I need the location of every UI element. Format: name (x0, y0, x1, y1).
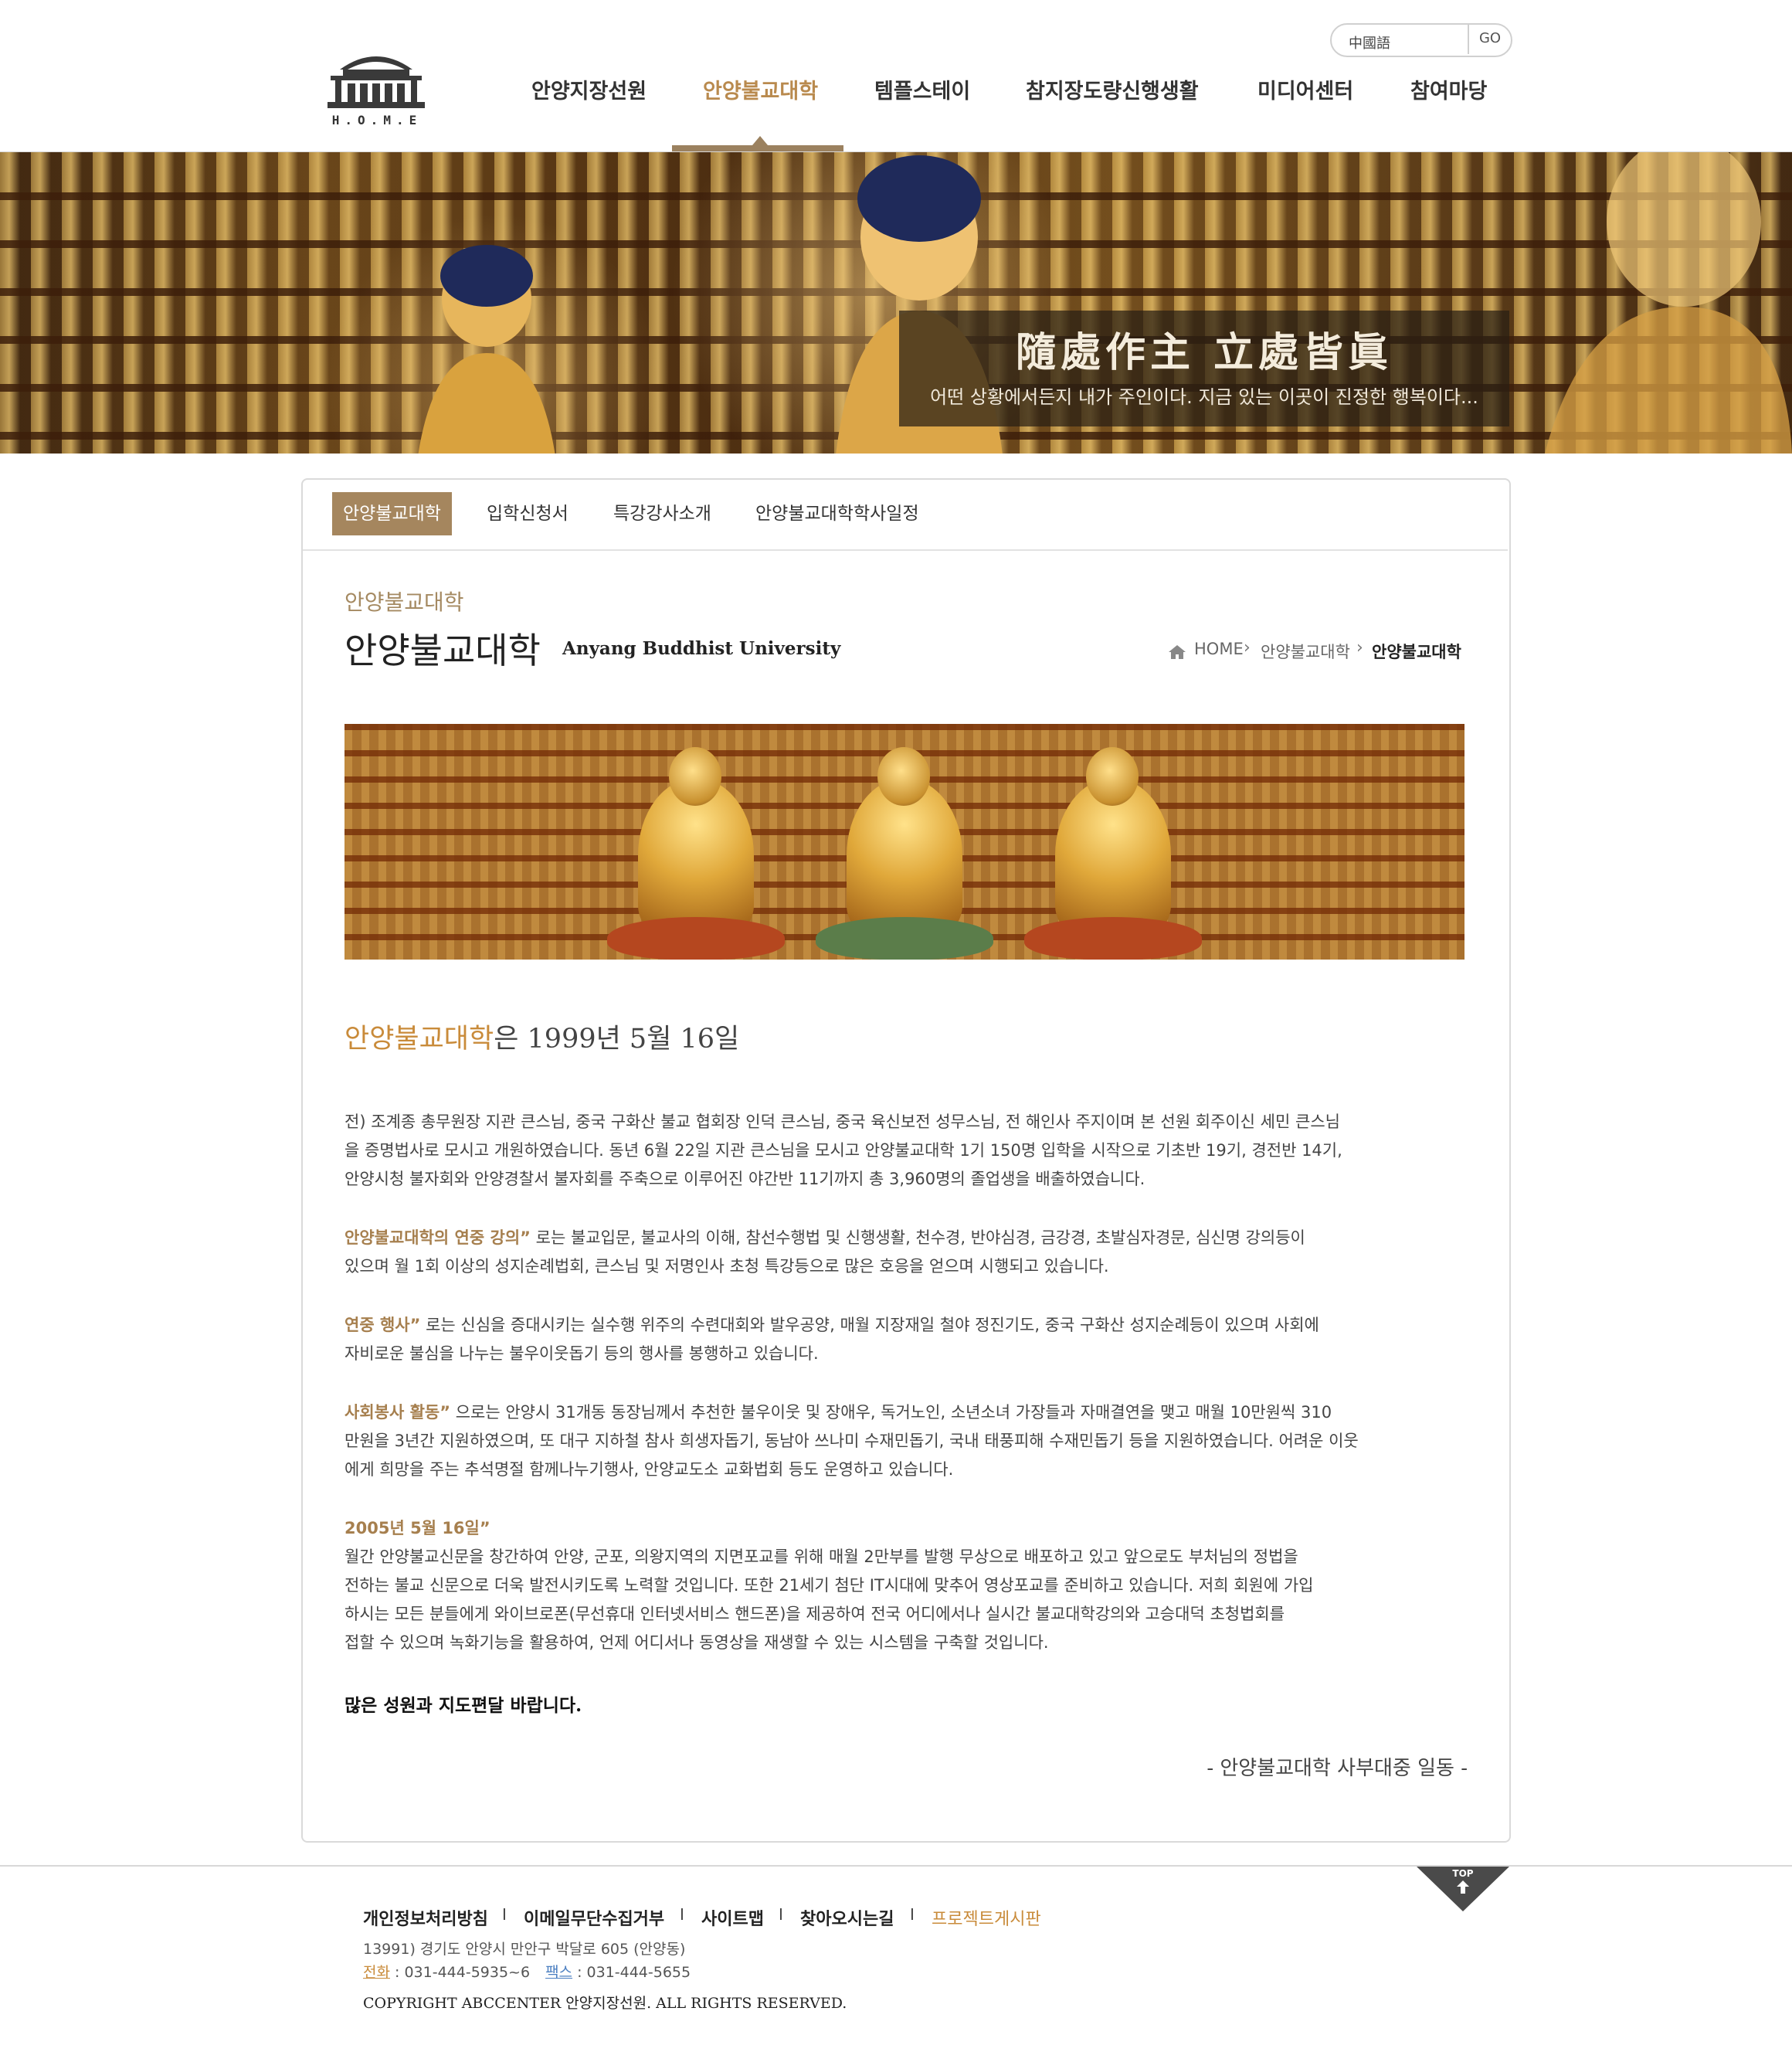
statue-right-head (1086, 747, 1139, 806)
nav-item-media-center[interactable]: 미디어센터 (1257, 74, 1353, 105)
paragraph-highlight: 2005년 5월 16일” (344, 1519, 490, 1537)
paragraph-line-text: 로는 불교입문, 불교사의 이해, 참선수행법 및 신행생활, 천수경, 반야심… (530, 1228, 1305, 1247)
hero-banner (0, 152, 1792, 454)
footer-separator: I (910, 1905, 915, 1924)
statue-left-head (669, 747, 721, 806)
breadcrumb-chevron-icon: › (1356, 638, 1363, 657)
paragraph-social-service: 사회봉사 활동” 으로는 안양시 31개동 동장님께서 추천한 불우이웃 및 장… (344, 1398, 1472, 1484)
paragraph-lectures: 안양불교대학의 연중 강의” 로는 불교입문, 불교사의 이해, 참선수행법 및… (344, 1224, 1472, 1281)
paragraph-line: 만원을 3년간 지원하였으며, 또 대구 지하철 참사 희생자돕기, 동남아 쓰… (344, 1432, 1359, 1450)
language-select-value: 中國語 (1349, 36, 1390, 52)
tab-application-form[interactable]: 입학신청서 (487, 492, 568, 535)
lotus-left (607, 917, 785, 960)
language-go-button[interactable]: GO (1468, 23, 1511, 54)
nav-item-jijang-seonwon[interactable]: 안양지장선원 (531, 74, 647, 105)
breadcrumb-section[interactable]: 안양불교대학 (1261, 640, 1350, 663)
footer-contact: 전화 : 031-444-5935~6 팩스 : 031-444-5655 (363, 1961, 691, 1982)
nav-item-buddhist-university[interactable]: 안양불교대학 (703, 74, 818, 105)
footer-link-sitemap[interactable]: 사이트맵 (701, 1905, 764, 1930)
breadcrumb-chevron-icon: › (1244, 638, 1251, 657)
nav-active-indicator (672, 145, 843, 151)
footer-copyright: COPYRIGHT ABCCENTER 안양지장선원. ALL RIGHTS R… (363, 1995, 847, 2012)
phone-number: : 031-444-5935~6 (389, 1964, 531, 1981)
nav-item-practice-life[interactable]: 참지장도량신행생활 (1026, 74, 1199, 105)
paragraph-line-text: 으로는 안양시 31개동 동장님께서 추천한 불우이웃 및 장애우, 독거노인,… (450, 1403, 1332, 1422)
page-title: 안양불교대학 (344, 630, 541, 671)
buddha-hall-photo (344, 724, 1464, 960)
footer-link-privacy[interactable]: 개인정보처리방침 (363, 1905, 488, 1930)
tab-buddhist-university[interactable]: 안양불교대학 (332, 492, 452, 535)
lead-highlight: 안양불교대학 (344, 1024, 494, 1055)
paragraph-line: 있으며 월 1회 이상의 성지순례법회, 큰스님 및 저명인사 초청 특강등으로… (344, 1257, 1109, 1276)
lead-heading: 안양불교대학은 1999년 5월 16일 (344, 1017, 739, 1056)
paragraph-history: 전) 조계종 총무원장 지관 큰스님, 중국 구화산 불교 협회장 인덕 큰스님… (344, 1108, 1472, 1194)
footer-separator: I (779, 1905, 783, 1924)
paragraph-line: 자비로운 불심을 나누는 불우이웃돕기 등의 행사를 봉행하고 있습니다. (344, 1344, 819, 1363)
footer-link-directions[interactable]: 찾아오시는길 (800, 1905, 894, 1930)
footer-link-project-board[interactable]: 프로젝트게시판 (932, 1905, 1041, 1930)
paragraph-events: 연중 행사” 로는 신심을 증대시키는 실수행 위주의 수련대회와 발우공양, … (344, 1311, 1472, 1368)
subnav-divider (303, 549, 1508, 551)
buddha-statue-right-icon (1545, 152, 1792, 454)
paragraph-line: 월간 안양불교신문을 창간하여 안양, 군포, 의왕지역의 지면포교를 위해 매… (344, 1547, 1298, 1566)
back-to-top-label: TOP (1452, 1868, 1474, 1879)
footer-separator: I (502, 1905, 507, 1924)
fax-label: 팩스 (545, 1964, 573, 1981)
lead-rest: 은 1999년 5월 16일 (494, 1024, 740, 1055)
site-header: H.O.M.E 中國語 GO 안양지장선원 안양불교대학 템플스테이 참지장도량… (0, 0, 1792, 153)
footer-link-no-email[interactable]: 이메일무단수집거부 (524, 1905, 664, 1930)
buddha-statue-left-icon (418, 245, 555, 454)
paragraph-line: 하시는 모든 분들에게 와이브로폰(무선휴대 인터넷서비스 핸드폰)을 제공하여… (344, 1605, 1285, 1623)
paragraph-line: 에게 희망을 주는 추석명절 함께나누기행사, 안양교도소 교화법회 등도 운영… (344, 1460, 954, 1479)
tab-academic-schedule[interactable]: 안양불교대학학사일정 (755, 492, 919, 535)
phone-label: 전화 (363, 1964, 390, 1981)
footer-address: 13991) 경기도 안양시 만안구 박달로 605 (안양동) (363, 1941, 686, 1958)
paragraph-line: 전하는 불교 신문으로 더욱 발전시키도록 노력할 것입니다. 또한 21세기 … (344, 1576, 1314, 1595)
paragraph-highlight: 안양불교대학의 연중 강의” (344, 1228, 531, 1247)
paragraph-line-text: 로는 신심을 증대시키는 실수행 위주의 수련대회와 발우공양, 매월 지장재일… (420, 1316, 1319, 1334)
footer-divider (0, 1865, 1792, 1867)
footer-separator: I (680, 1905, 684, 1924)
paragraph-line: 안양불교대학의 연중 강의” 로는 불교입문, 불교사의 이해, 참선수행법 및… (344, 1224, 1472, 1252)
paragraph-line: 을 증명법사로 모시고 개원하였습니다. 동년 6월 22일 지관 큰스님을 모… (344, 1141, 1342, 1160)
logo-text: H.O.M.E (331, 113, 423, 127)
breadcrumb-home[interactable]: HOME (1194, 640, 1244, 658)
tab-lecturers[interactable]: 특강강사소개 (613, 492, 711, 535)
arrow-up-icon (1457, 1880, 1469, 1894)
lotus-right (1024, 917, 1202, 960)
home-icon (1169, 645, 1186, 659)
breadcrumb-current: 안양불교대학 (1372, 643, 1461, 661)
paragraph-highlight: 연중 행사” (344, 1316, 421, 1334)
paragraph-line: 사회봉사 활동” 으로는 안양시 31개동 동장님께서 추천한 불우이웃 및 장… (344, 1398, 1472, 1427)
lotus-center (816, 917, 993, 960)
fax-number: : 031-444-5655 (572, 1964, 691, 1981)
paragraph-newspaper: 2005년 5월 16일” 월간 안양불교신문을 창간하여 안양, 군포, 의왕… (344, 1514, 1472, 1657)
paragraph-line: 연중 행사” 로는 신심을 증대시키는 실수행 위주의 수련대회와 발우공양, … (344, 1311, 1472, 1340)
hero-quote-subtitle: 어떤 상황에서든지 내가 주인이다. 지금 있는 이곳이 진정한 행복이다... (930, 386, 1478, 408)
closing-message: 많은 성원과 지도편달 바랍니다. (344, 1695, 582, 1716)
nav-item-templestay[interactable]: 템플스테이 (874, 74, 970, 105)
statue-center-head (877, 747, 930, 806)
page-subtitle: Anyang Buddhist University (562, 638, 841, 659)
section-label: 안양불교대학 (344, 589, 464, 615)
paragraph-line: 접할 수 있으며 녹화기능을 활용하여, 언제 어디서나 동영상을 재생할 수 … (344, 1633, 1049, 1652)
nav-active-caret (752, 136, 768, 145)
nav-item-participation[interactable]: 참여마당 (1410, 74, 1487, 105)
signature: - 안양불교대학 사부대중 일동 - (1207, 1757, 1468, 1780)
paragraph-highlight: 사회봉사 활동” (344, 1403, 451, 1422)
paragraph-line: 전) 조계종 총무원장 지관 큰스님, 중국 구화산 불교 협회장 인덕 큰스님… (344, 1113, 1340, 1131)
hero-quote-hanja: 隨處作主 立處皆眞 (1015, 329, 1393, 376)
paragraph-line: 안양시청 불자회와 안양경찰서 불자회를 주축으로 이루어진 야간반 11기까지… (344, 1170, 1145, 1188)
